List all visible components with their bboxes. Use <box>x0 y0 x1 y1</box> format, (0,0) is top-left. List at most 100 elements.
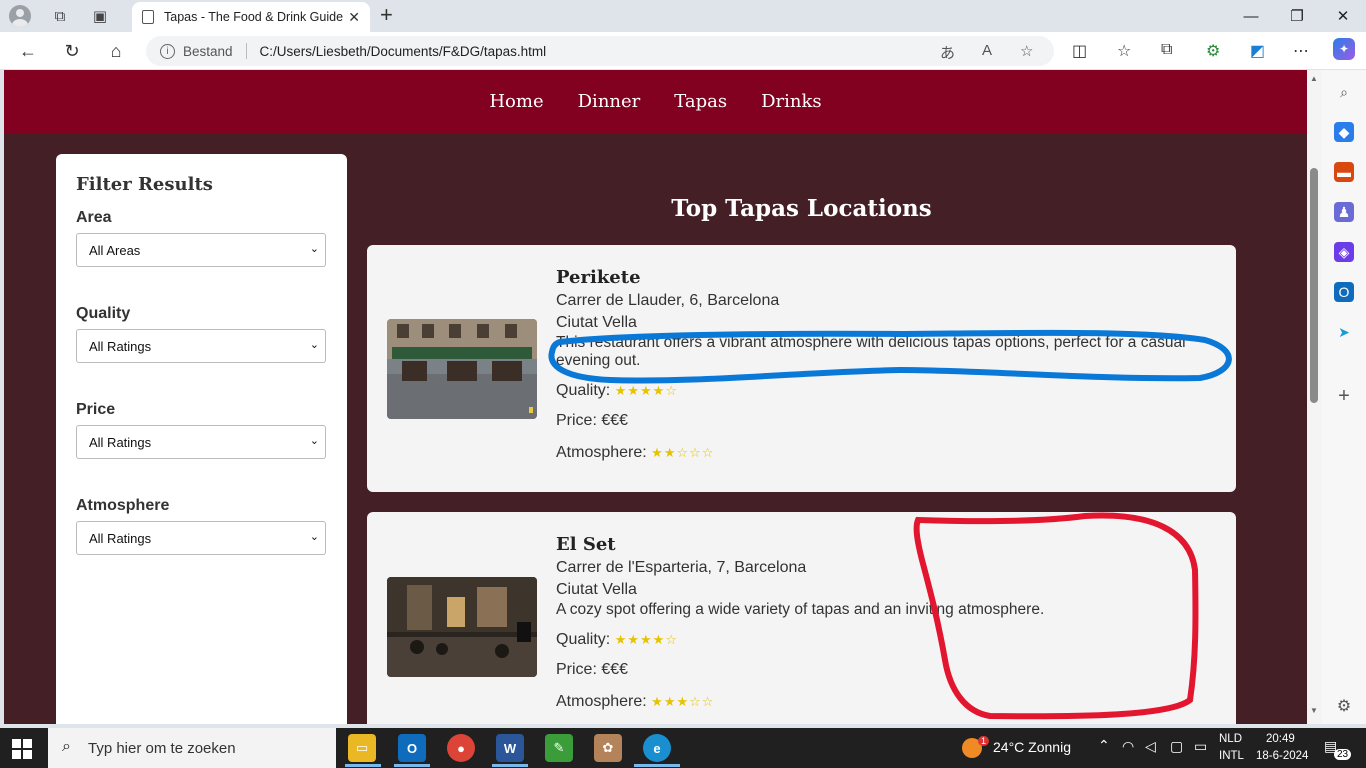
area-label: Area <box>76 209 112 226</box>
home-button[interactable]: ⌂ <box>103 38 129 64</box>
translate-icon[interactable]: あ <box>940 42 955 63</box>
shopping-tag-icon[interactable]: ◆ <box>1334 122 1354 142</box>
favorite-star-icon[interactable]: ☆ <box>1020 42 1033 60</box>
chevron-down-icon: ⌄ <box>309 339 319 351</box>
tab-actions-icon[interactable]: ▣ <box>80 0 120 32</box>
taskbar-search[interactable]: ⌕ Typ hier om te zoeken <box>48 728 336 768</box>
split-screen-icon[interactable]: ◫ <box>1072 41 1087 61</box>
browser-tab[interactable]: Tapas - The Food & Drink Guide ✕ <box>132 2 370 32</box>
refresh-button[interactable]: ↻ <box>59 38 85 64</box>
weather-text[interactable]: 24°C Zonnig <box>993 739 1071 755</box>
edge-drop-icon[interactable]: ◩ <box>1250 41 1265 61</box>
restaurant-district: Ciutat Vella <box>556 581 637 598</box>
language-top[interactable]: NLD <box>1219 733 1242 745</box>
restaurant-info: Perikete Carrer de Llauder, 6, Barcelona… <box>556 267 1216 462</box>
outlook-icon[interactable]: O <box>1334 282 1354 302</box>
settings-more-icon[interactable]: ⋯ <box>1293 41 1309 61</box>
restaurant-card: Perikete Carrer de Llauder, 6, Barcelona… <box>367 245 1236 492</box>
atmosphere-rating: Atmosphere: ★★★☆☆ <box>556 693 715 710</box>
nav-link-drinks[interactable]: Drinks <box>761 91 822 112</box>
close-window-button[interactable]: ✕ <box>1320 0 1366 32</box>
profile-icon[interactable] <box>0 0 40 32</box>
star-rating-icon: ★★★★☆ <box>614 383 678 398</box>
outlook-icon[interactable]: O <box>398 734 426 762</box>
add-icon[interactable]: + <box>1334 385 1354 407</box>
back-button[interactable]: ← <box>15 38 41 64</box>
restaurant-description: A cozy spot offering a wide variety of t… <box>556 601 1045 618</box>
quality-label: Quality <box>76 305 131 322</box>
weather-badge: 1 <box>978 736 990 746</box>
quality-rating: Quality: ★★★★☆ <box>556 631 678 648</box>
notification-count: 23 <box>1334 749 1352 760</box>
restaurant-info: El Set Carrer de l'Esparteria, 7, Barcel… <box>556 534 1216 711</box>
nav-link-home[interactable]: Home <box>489 91 543 112</box>
address-bar[interactable]: i Bestand C:/Users/Liesbeth/Documents/F&… <box>146 36 1054 66</box>
chevron-up-icon[interactable]: ⌃ <box>1098 737 1110 754</box>
edge-icon[interactable]: e <box>643 734 671 762</box>
read-aloud-icon[interactable]: A <box>982 42 992 59</box>
microsoft-365-icon[interactable]: ◈ <box>1334 242 1354 262</box>
price-rating: Price: €€€ <box>556 412 629 429</box>
send-icon[interactable]: ➤ <box>1334 322 1354 342</box>
clock-time[interactable]: 20:49 <box>1266 733 1295 745</box>
browser-sidebar: ⌕ ◆ ▬ ♟ ◈ O ➤ + ⚙ <box>1322 70 1366 724</box>
address-url[interactable]: C:/Users/Liesbeth/Documents/F&DG/tapas.h… <box>260 44 547 59</box>
restaurant-address: Carrer de l'Esparteria, 7, Barcelona <box>556 559 807 576</box>
star-rating-icon: ★★★★☆ <box>614 632 678 647</box>
workspaces-icon[interactable]: ⧉ <box>40 0 80 32</box>
site-navbar: Home Dinner Tapas Drinks <box>4 70 1307 133</box>
quality-select[interactable]: All Ratings ⌄ <box>76 329 326 363</box>
file-explorer-icon[interactable]: ▭ <box>348 734 376 762</box>
search-icon[interactable]: ⌕ <box>1334 82 1354 102</box>
restore-button[interactable]: ❐ <box>1274 0 1320 32</box>
filter-panel: Filter Results Area All Areas ⌄ Quality A… <box>56 154 347 724</box>
new-tab-button[interactable]: + <box>380 4 393 26</box>
chevron-down-icon: ⌄ <box>309 243 319 255</box>
restaurant-name: Perikete <box>556 267 641 288</box>
windows-taskbar: ⌕ Typ hier om te zoeken ▭ O ● W ✎ ✿ e 1 … <box>0 728 1366 768</box>
tools-icon[interactable]: ▬ <box>1334 162 1354 182</box>
price-select[interactable]: All Ratings ⌄ <box>76 425 326 459</box>
nav-link-tapas[interactable]: Tapas <box>674 91 727 112</box>
favorites-icon[interactable]: ☆ <box>1117 41 1131 61</box>
info-icon[interactable]: i <box>160 43 175 59</box>
page-heading: Top Tapas Locations <box>671 195 932 222</box>
address-scheme-label: Bestand <box>183 43 233 59</box>
scrollbar-thumb[interactable] <box>1310 168 1318 403</box>
word-icon[interactable]: W <box>496 734 524 762</box>
notepad-icon[interactable]: ✎ <box>545 734 573 762</box>
page-scrollbar[interactable]: ▲ ▼ <box>1307 70 1322 724</box>
restaurant-address: Carrer de Llauder, 6, Barcelona <box>556 292 780 309</box>
copilot-icon[interactable]: ✦ <box>1333 38 1355 60</box>
restaurant-name: El Set <box>556 534 616 555</box>
chevron-down-icon: ⌄ <box>309 531 319 543</box>
collections-icon[interactable]: ⧉ <box>1161 41 1172 59</box>
volume-icon[interactable]: ◁ <box>1145 738 1156 755</box>
meet-now-icon[interactable]: ▢ <box>1170 738 1183 755</box>
quality-rating: Quality: ★★★★☆ <box>556 382 678 399</box>
scroll-up-arrow-icon[interactable]: ▲ <box>1310 74 1318 83</box>
games-icon[interactable]: ♟ <box>1334 202 1354 222</box>
chrome-icon[interactable]: ● <box>447 734 475 762</box>
restaurant-district: Ciutat Vella <box>556 314 637 331</box>
price-label: Price <box>76 401 116 418</box>
document-icon <box>142 10 154 24</box>
windows-start-icon[interactable] <box>12 739 32 759</box>
browser-toolbar: ← ↻ ⌂ i Bestand C:/Users/Liesbeth/Docume… <box>0 32 1366 70</box>
battery-icon[interactable]: ▭ <box>1194 738 1207 755</box>
scroll-down-arrow-icon[interactable]: ▼ <box>1310 706 1318 715</box>
minimize-button[interactable]: — <box>1228 0 1274 32</box>
restaurant-photo <box>387 319 537 419</box>
extension-icon[interactable]: ⚙ <box>1206 41 1220 61</box>
sidebar-settings-icon[interactable]: ⚙ <box>1334 696 1354 716</box>
nav-link-dinner[interactable]: Dinner <box>578 91 641 112</box>
star-rating-icon: ★★☆☆☆ <box>651 445 715 460</box>
clock-date[interactable]: 18-6-2024 <box>1256 750 1308 762</box>
tab-close-button[interactable]: ✕ <box>348 9 360 26</box>
language-bottom[interactable]: INTL <box>1219 750 1244 762</box>
atmosphere-select[interactable]: All Ratings ⌄ <box>76 521 326 555</box>
paint-icon[interactable]: ✿ <box>594 734 622 762</box>
wifi-icon[interactable]: ◠ <box>1122 738 1134 755</box>
area-select[interactable]: All Areas ⌄ <box>76 233 326 267</box>
atmosphere-label: Atmosphere <box>76 497 170 514</box>
